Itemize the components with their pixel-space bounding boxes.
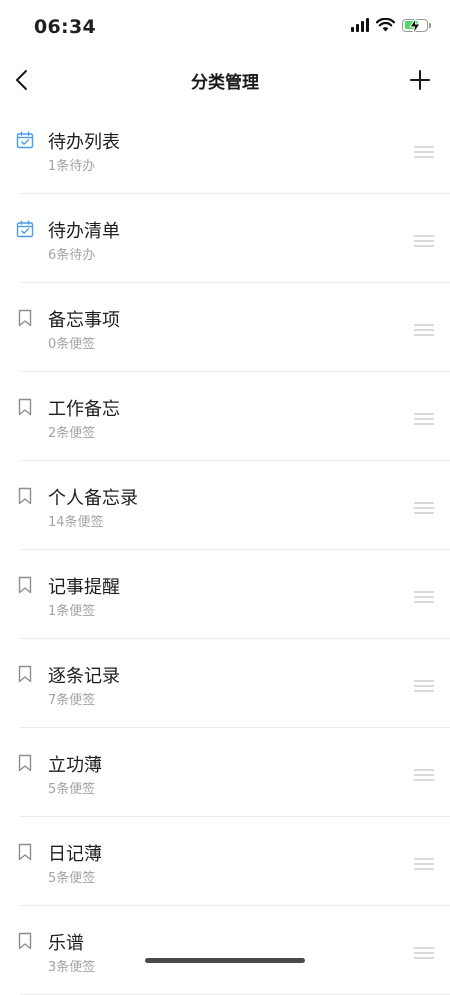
category-name: 备忘事项 — [48, 310, 120, 331]
category-item[interactable]: 待办清单 6条待办 — [0, 194, 450, 283]
category-name: 待办列表 — [48, 132, 120, 153]
category-item[interactable]: 逐条记录 7条便签 — [0, 639, 450, 728]
category-name: 逐条记录 — [48, 666, 120, 687]
category-item[interactable]: 日记薄 5条便签 — [0, 817, 450, 906]
bookmark-icon — [16, 309, 34, 327]
battery-charging-icon — [402, 17, 431, 34]
status-icons — [351, 17, 431, 34]
category-count: 5条便签 — [48, 782, 96, 797]
category-item[interactable]: 个人备忘录 14条便签 — [0, 461, 450, 550]
bookmark-icon — [16, 843, 34, 861]
category-name: 日记薄 — [48, 844, 102, 865]
status-time: 06:34 — [34, 16, 96, 38]
wifi-icon — [376, 18, 395, 32]
home-indicator — [145, 958, 305, 963]
page-title: 分类管理 — [191, 73, 259, 93]
signal-icon — [351, 18, 369, 32]
bookmark-icon — [16, 487, 34, 505]
category-count: 1条待办 — [48, 159, 96, 174]
category-item[interactable]: 立功薄 5条便签 — [0, 728, 450, 817]
bookmark-icon — [16, 754, 34, 772]
drag-handle-icon[interactable] — [414, 677, 434, 692]
drag-handle-icon[interactable] — [414, 232, 434, 247]
category-count: 2条便签 — [48, 426, 96, 441]
drag-handle-icon[interactable] — [414, 588, 434, 603]
category-list: 待办列表 1条待办待办清单 6条待办备忘事项 0条便签工作备忘 2条便签个人备忘录 14条… — [0, 105, 450, 995]
bookmark-icon — [16, 665, 34, 683]
category-name: 乐谱 — [48, 933, 84, 954]
add-category-button[interactable] — [404, 64, 436, 96]
status-bar: 06:34 — [0, 0, 450, 56]
category-item[interactable]: 待办列表 1条待办 — [0, 105, 450, 194]
category-count: 0条便签 — [48, 337, 96, 352]
drag-handle-icon[interactable] — [414, 499, 434, 514]
category-name: 待办清单 — [48, 221, 120, 242]
category-count: 14条便签 — [48, 515, 104, 530]
drag-handle-icon[interactable] — [414, 855, 434, 870]
bookmark-icon — [16, 576, 34, 594]
drag-handle-icon[interactable] — [414, 766, 434, 781]
category-item[interactable]: 记事提醒 1条便签 — [0, 550, 450, 639]
category-name: 立功薄 — [48, 755, 102, 776]
category-count: 5条便签 — [48, 871, 96, 886]
bookmark-icon — [16, 932, 34, 950]
category-name: 工作备忘 — [48, 399, 120, 420]
category-name: 记事提醒 — [48, 577, 120, 598]
category-count: 3条便签 — [48, 960, 96, 975]
calendar-check-icon — [16, 131, 34, 149]
bookmark-icon — [16, 398, 34, 416]
drag-handle-icon[interactable] — [414, 143, 434, 158]
category-item[interactable]: 乐谱 3条便签 — [0, 906, 450, 995]
category-item[interactable]: 备忘事项 0条便签 — [0, 283, 450, 372]
category-count: 6条待办 — [48, 248, 96, 263]
category-item[interactable]: 工作备忘 2条便签 — [0, 372, 450, 461]
nav-bar: 分类管理 — [0, 56, 450, 104]
category-count: 7条便签 — [48, 693, 96, 708]
category-name: 个人备忘录 — [48, 488, 138, 509]
drag-handle-icon[interactable] — [414, 321, 434, 336]
drag-handle-icon[interactable] — [414, 944, 434, 959]
category-count: 1条便签 — [48, 604, 96, 619]
plus-icon — [410, 70, 430, 90]
calendar-check-icon — [16, 220, 34, 238]
drag-handle-icon[interactable] — [414, 410, 434, 425]
